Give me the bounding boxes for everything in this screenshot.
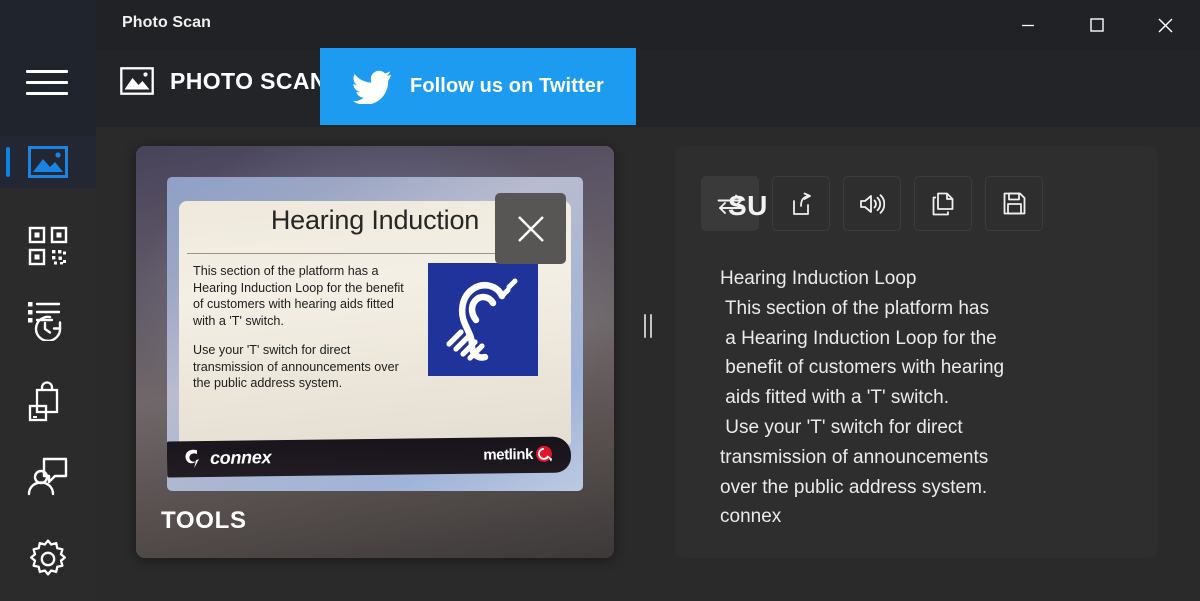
read-aloud-button[interactable] [843, 176, 901, 231]
qr-code-icon [28, 226, 68, 266]
speaker-icon [860, 193, 885, 214]
recognized-line: transmission of announcements [720, 446, 989, 468]
copy-icon [932, 192, 954, 215]
connex-label: connex [209, 446, 272, 468]
hamburger-line [26, 81, 68, 84]
twitter-bird-icon [352, 70, 392, 104]
shopping-bag-icon [28, 381, 59, 422]
follow-twitter-label: Follow us on Twitter [410, 75, 604, 97]
share-icon [793, 192, 811, 215]
metlink-logo-icon [535, 445, 553, 462]
connex-brand: connex [183, 446, 271, 469]
result-toolbar [701, 176, 1043, 231]
follow-twitter-banner[interactable]: Follow us on Twitter [320, 48, 636, 125]
app-name-label: PHOTO SCAN [170, 67, 327, 94]
hamburger-line [26, 70, 68, 73]
sidebar-item-settings[interactable] [0, 532, 96, 586]
recognized-line: This section of the platform has [720, 297, 989, 319]
sidebar-item-feedback[interactable] [0, 449, 96, 503]
swap-arrows-icon [717, 194, 743, 214]
sign-paragraph-2: Use your 'T' switch for direct transmiss… [193, 343, 399, 390]
recognized-line: a Hearing Induction Loop for the [720, 327, 997, 349]
splitter-grip-line [644, 314, 646, 338]
sidebar-item-photo[interactable] [0, 135, 96, 189]
title-bar: Photo Scan [96, 0, 1200, 50]
photo-preview-card[interactable]: Hearing Induction This section of the pl… [136, 146, 614, 558]
sidebar-item-qr[interactable] [0, 219, 96, 273]
panel-splitter-handle[interactable] [641, 313, 655, 339]
sign-body-text: This section of the platform has a Heari… [193, 263, 411, 392]
close-icon [1158, 18, 1173, 32]
sign-brand-bar: connex metlink [167, 436, 572, 478]
minimize-icon [1021, 24, 1034, 27]
close-icon [517, 215, 544, 242]
recognized-line: Use your 'T' switch for direct [720, 416, 963, 438]
maximize-icon [1089, 18, 1104, 32]
window-controls [993, 0, 1200, 50]
save-button[interactable] [985, 176, 1043, 231]
recognized-line: over the public address system. [720, 476, 988, 498]
splitter-grip-line [650, 314, 652, 338]
minimize-button[interactable] [993, 0, 1062, 50]
selected-item-accent-bar [6, 147, 10, 177]
save-disk-icon [1003, 192, 1025, 215]
window-title: Photo Scan [122, 14, 212, 31]
image-icon [120, 67, 154, 95]
person-feedback-icon [27, 457, 68, 496]
copy-button[interactable] [914, 176, 972, 231]
metlink-label: metlink [483, 445, 534, 464]
history-clock-icon [28, 302, 62, 341]
close-button[interactable] [1131, 0, 1200, 50]
hearing-loop-logo [428, 263, 538, 376]
sidebar-item-store[interactable] [0, 375, 96, 429]
recognized-line: benefit of customers with hearing [720, 357, 1005, 379]
connex-logo-icon [185, 449, 200, 469]
recognized-line: aids fitted with a 'T' switch. [720, 387, 950, 409]
recognized-text-block[interactable]: Hearing Induction Loop This section of t… [720, 264, 1140, 532]
recognized-line: Hearing Induction Loop [720, 268, 917, 289]
tools-label: TOOLS [161, 507, 247, 534]
photo-scan-app: Photo Scan PHOTO SCAN Follow us on Twitt… [0, 0, 1200, 601]
share-button[interactable] [772, 176, 830, 231]
app-brand: PHOTO SCAN [120, 67, 327, 95]
hamburger-line [26, 92, 68, 95]
recognized-line: connex [720, 506, 782, 528]
maximize-button[interactable] [1062, 0, 1131, 50]
metlink-brand: metlink [483, 445, 553, 464]
image-icon [28, 146, 68, 178]
ocr-result-panel: SU Hearing Induction Loop This section o… [675, 146, 1158, 558]
sign-paragraph-1: This section of the platform has a Heari… [193, 264, 404, 328]
sidebar-item-history[interactable] [0, 293, 96, 347]
close-photo-button[interactable] [495, 193, 566, 264]
hamburger-menu-button[interactable] [26, 70, 68, 102]
translate-button[interactable] [701, 176, 759, 231]
hearing-loop-ear-icon [446, 278, 518, 361]
app-header: PHOTO SCAN [96, 50, 1200, 127]
gear-icon [29, 539, 67, 576]
